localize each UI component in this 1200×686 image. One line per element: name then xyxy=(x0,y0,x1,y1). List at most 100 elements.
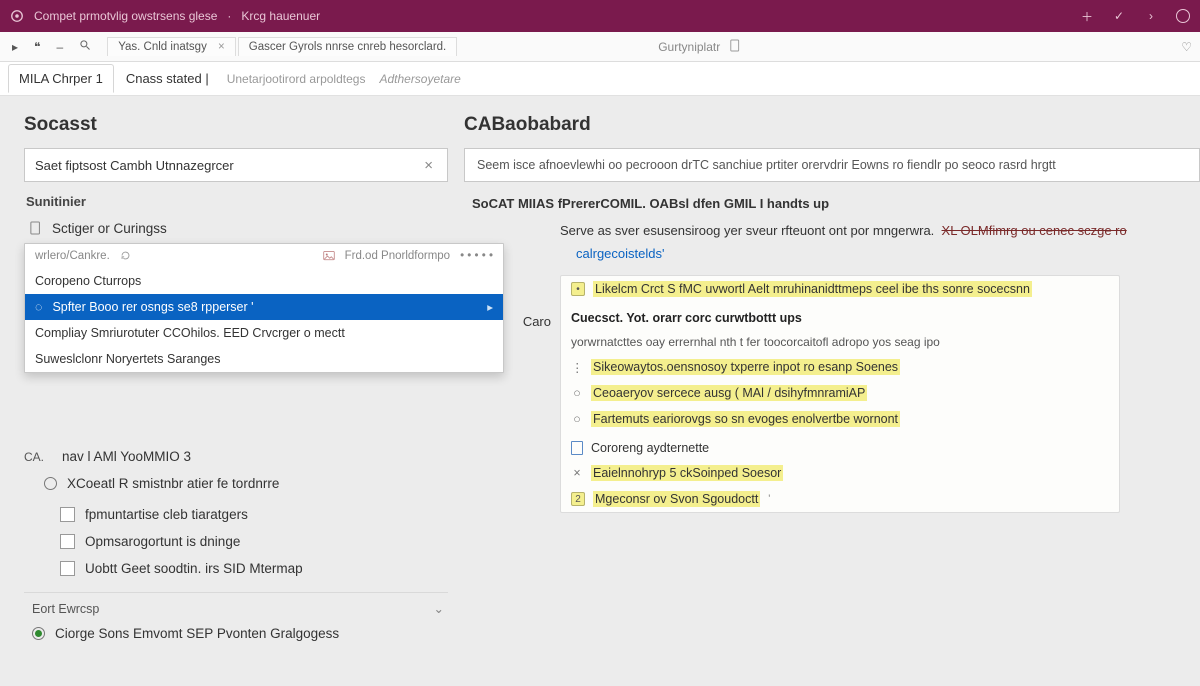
link-text: calrgecoistelds' xyxy=(576,246,664,261)
clear-icon[interactable]: × xyxy=(420,157,437,174)
section-label: Sunitinier xyxy=(26,194,448,209)
search-input[interactable] xyxy=(35,158,420,173)
paragraph-text: Serve as sver esusensiroog yer sveur rft… xyxy=(560,223,934,238)
radio-option-2[interactable]: XCoeatl R smistnbr atier fe tordnrre xyxy=(24,470,448,497)
toolbar-dash-icon[interactable]: – xyxy=(53,38,68,56)
card-highlight-3: 2 Mgeconsr ov Svon Sgoudoctt ' xyxy=(561,486,1119,512)
paragraph-strike: XL OLMfimrg ou cenec sczge ro xyxy=(942,223,1127,238)
close-icon[interactable]: × xyxy=(218,41,225,53)
plus-icon[interactable]: ＋ xyxy=(1080,9,1094,23)
check-option-3-label: Uobtt Geet soodtin. irs SID Mtermap xyxy=(85,561,303,576)
check-option-2[interactable]: Opmsarogortunt is dninge xyxy=(24,528,448,555)
editor-tab-1-label: Yas. Cnld inatsgy xyxy=(118,41,207,53)
dropdown-item-selected[interactable]: ◌ Spfter Booo rer osngs se8 rpperser ' ▸ xyxy=(25,294,503,320)
right-panel: CABaobabard Seem isce afnoevlewhi oo pec… xyxy=(460,96,1200,686)
toolbar-right-doc-icon[interactable] xyxy=(730,39,741,55)
dropdown-item-3-label: Compliay Smriurotuter CCOhilos. EED Crvc… xyxy=(35,326,345,340)
right-panel-heading: CABaobabard xyxy=(464,114,1200,136)
description-text: Seem isce afnoevlewhi oo pecrooon drTC s… xyxy=(477,158,1056,172)
radio-on-icon xyxy=(32,627,45,640)
page-icon xyxy=(28,220,44,236)
toolbar-quote-icon[interactable]: ❝ xyxy=(30,38,44,56)
x-icon: × xyxy=(571,466,583,480)
card-highlight-1: • Likelcm Crct S fMC uvwortl Aelt mruhin… xyxy=(561,276,1119,302)
dropdown-item-selected-label: Spfter Booo rer osngs se8 rpperser ' xyxy=(52,300,253,314)
editor-tab-2-label: Gascer Gyrols nnrse cnreb hesorclard. xyxy=(249,41,447,53)
card-bullet-1: ⋮ Sikeowaytos.oensnosoy txperre inpot ro… xyxy=(561,354,1119,380)
dropdown-item-1[interactable]: Coropeno Cturrops xyxy=(25,268,503,294)
radio-option-2-label: XCoeatl R smistnbr atier fe tordnrre xyxy=(67,476,279,491)
toolbar-help-icon[interactable]: ♡ xyxy=(1181,40,1192,54)
bullet-icon: ○ xyxy=(571,386,583,400)
ribbon-tab-a[interactable]: MILA Chrper 1 xyxy=(8,64,114,93)
ribbon-tab-b[interactable]: Cnass stated | xyxy=(116,65,219,92)
tree-item-1-label: Sctiger or Curingss xyxy=(52,221,167,236)
left-panel-heading: Socasst xyxy=(24,114,448,136)
description-box[interactable]: Seem isce afnoevlewhi oo pecrooon drTC s… xyxy=(464,148,1200,182)
chevron-down-icon: ⌄ xyxy=(434,601,444,616)
check-option-2-label: Opmsarogortunt is dninge xyxy=(85,534,240,549)
document-icon xyxy=(571,441,583,455)
final-option[interactable]: Ciorge Sons Emvomt SEP Pvonten Gralgoges… xyxy=(24,620,448,647)
check-option-1-label: fpmuntartise cleb tiaratgers xyxy=(85,507,248,522)
card-doc-row[interactable]: Cororeng aydternette xyxy=(561,436,1119,460)
radio-line-1: nav l AMl YooMMIO 3 xyxy=(62,449,191,464)
forward-icon[interactable]: › xyxy=(1144,9,1158,23)
ribbon-hint-a: Unetarjootirord arpoldtegs xyxy=(221,72,372,86)
dropdown-item-4[interactable]: Suweslclonr Noryertets Saranges xyxy=(25,346,503,372)
ribbon-tab-b-label: Cnass stated | xyxy=(126,71,209,86)
ribbon-bar: MILA Chrper 1 Cnass stated | Unetarjooti… xyxy=(0,62,1200,96)
results-card: • Likelcm Crct S fMC uvwortl Aelt mruhin… xyxy=(560,275,1120,513)
ribbon-hint-b: Adthersoyetare xyxy=(373,72,466,86)
card-bullet-3: ○ Fartemuts eariorovgs so sn evoges enol… xyxy=(561,406,1119,432)
dropdown-item-1-label: Coropeno Cturrops xyxy=(35,274,141,288)
image-icon xyxy=(323,250,335,262)
dropdown-hint-row: wrlero/Cankre. Frd.od Pnorldformpo • • •… xyxy=(25,244,503,268)
card-bullet-1-text: Sikeowaytos.oensnosoy txperre inpot ro e… xyxy=(591,359,900,375)
settings-circle-icon[interactable] xyxy=(1176,9,1190,23)
check-option-1[interactable]: fpmuntartise cleb tiaratgers xyxy=(24,501,448,528)
card-bullet-2: ○ Ceoaeryov sercece ausg ( MAl / dsihyfm… xyxy=(561,380,1119,406)
workspace: Socasst × Sunitinier Sctiger or Curingss… xyxy=(0,96,1200,686)
toolbar-caret-icon[interactable]: ▸ xyxy=(8,38,22,56)
card-bullet-2-text: Ceoaeryov sercece ausg ( MAl / dsihyfmnr… xyxy=(591,385,867,401)
check-option-3[interactable]: Uobtt Geet soodtin. irs SID Mtermap xyxy=(24,555,448,582)
titlebar-sep: · xyxy=(227,9,231,23)
refresh-icon[interactable] xyxy=(120,250,132,262)
final-option-label: Ciorge Sons Emvomt SEP Pvonten Gralgoges… xyxy=(55,626,339,641)
card-highlight-2: × Eaielnnohryp 5 ckSoinped Soesor xyxy=(561,460,1119,486)
doc-box-icon xyxy=(60,534,75,549)
paragraph-line: Serve as sver esusensiroog yer sveur rft… xyxy=(468,219,1200,242)
doc-box-icon xyxy=(60,561,75,576)
dropdown-hint-left: wrlero/Cankre. xyxy=(35,250,110,262)
window-titlebar: Compet prmotvlig owstrsens glese · Krcg … xyxy=(0,0,1200,32)
tree-item-1[interactable]: Sctiger or Curingss xyxy=(24,215,448,241)
card-subtext: yorwrnatcttes oay errernhal nth t fer to… xyxy=(561,330,1119,354)
dropdown-hint-right: Frd.od Pnorldformpo xyxy=(345,250,450,262)
radio-dot-icon: ◌ xyxy=(35,300,42,314)
card-doc-text: Cororeng aydternette xyxy=(591,441,709,455)
toolbar-search-icon[interactable] xyxy=(75,37,95,56)
card-highlight-3-text: Mgeconsr ov Svon Sgoudoctt xyxy=(593,491,760,507)
dropdown-item-3[interactable]: Compliay Smriurotuter CCOhilos. EED Crvc… xyxy=(25,320,503,346)
ribbon-tab-a-label: MILA Chrper 1 xyxy=(19,71,103,86)
doc-box-icon xyxy=(60,507,75,522)
group-header-label: Eort Ewrcsp xyxy=(32,602,99,616)
bold-heading: SoCAT MIIAS fPrererCOMIL. OABsl dfen GMI… xyxy=(468,192,1200,215)
dropdown-item-4-label: Suweslclonr Noryertets Saranges xyxy=(35,352,221,366)
titlebar-text-right: Krcg hauenuer xyxy=(241,9,320,23)
editor-tab-1[interactable]: Yas. Cnld inatsgy × xyxy=(107,37,236,56)
editor-tab-2[interactable]: Gascer Gyrols nnrse cnreb hesorclard. xyxy=(238,37,458,56)
titlebar-text-left: Compet prmotvlig owstrsens glese xyxy=(34,9,217,23)
bullet-icon: ⋮ xyxy=(571,360,583,375)
category-prefix: CA. xyxy=(24,450,52,464)
card-highlight-2-text: Eaielnnohryp 5 ckSoinped Soesor xyxy=(591,465,783,481)
radio-icon xyxy=(44,477,57,490)
left-panel: Socasst × Sunitinier Sctiger or Curingss… xyxy=(0,96,460,686)
badge-icon: • xyxy=(571,282,585,296)
check-icon[interactable]: ✓ xyxy=(1112,9,1126,23)
toolbar-right-label[interactable]: Gurtyniplatr xyxy=(658,40,720,54)
group-header[interactable]: Eort Ewrcsp ⌄ xyxy=(24,592,448,620)
search-box[interactable]: × xyxy=(24,148,448,182)
link-line[interactable]: calrgecoistelds' xyxy=(468,242,1200,265)
